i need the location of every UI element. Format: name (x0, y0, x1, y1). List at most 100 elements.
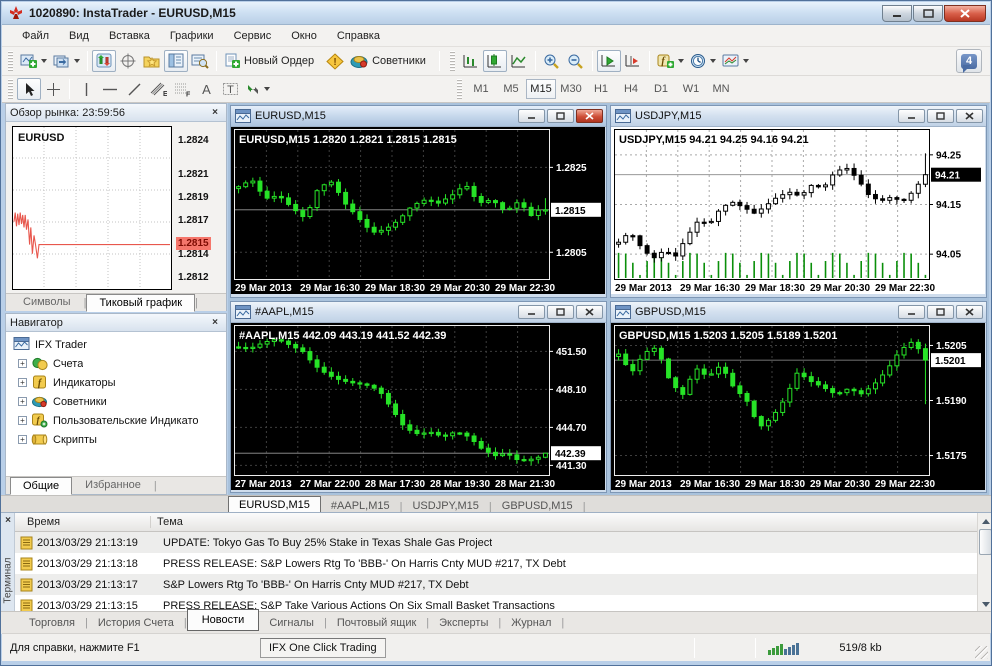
market-watch-toggle[interactable] (92, 50, 116, 72)
timeframe-button-d1[interactable]: D1 (646, 79, 676, 99)
chart-tab[interactable]: GBPUSD,M15 (492, 499, 583, 513)
new-chart-button[interactable] (17, 50, 50, 72)
chart-window-gbpusd[interactable]: GBPUSD,M15 1.5205 1.5190 1.5175 1.5201 29 Ma… (610, 300, 987, 493)
profiles-button[interactable] (50, 50, 83, 72)
column-topic[interactable]: Тема (151, 516, 183, 528)
tree-expand-icon[interactable]: + (18, 435, 27, 444)
tree-expand-icon[interactable]: + (18, 397, 27, 406)
auto-scroll-button[interactable] (596, 50, 621, 72)
bar-chart-button[interactable] (459, 50, 483, 72)
maximize-button[interactable] (913, 4, 943, 22)
menu-item-справка[interactable]: Справка (327, 27, 390, 45)
terminal-tab[interactable]: Эксперты (429, 614, 498, 632)
panel-tab[interactable]: Символы (10, 293, 84, 311)
timeframe-button-mn[interactable]: MN (706, 79, 736, 99)
menu-item-графики[interactable]: Графики (160, 27, 224, 45)
panel-tab[interactable]: Тиковый график (86, 294, 196, 312)
chart-minimize-button[interactable] (518, 109, 545, 123)
chart-close-button[interactable] (576, 304, 603, 319)
toolbar-grip[interactable] (457, 79, 462, 99)
resize-grip[interactable] (975, 646, 988, 659)
line-chart-button[interactable] (507, 50, 531, 72)
close-button[interactable] (944, 4, 986, 22)
chart-close-button[interactable] (956, 304, 983, 319)
timeframe-button-m1[interactable]: M1 (466, 79, 496, 99)
tree-item-custom-indicators[interactable]: + f Пользовательские Индикато (18, 411, 226, 430)
terminal-tab[interactable]: Почтовый ящик (327, 614, 426, 632)
chart-window-titlebar[interactable]: #AAPL,M15 (231, 301, 606, 323)
cursor-button[interactable] (17, 78, 41, 100)
timeframe-button-w1[interactable]: W1 (676, 79, 706, 99)
text-button[interactable]: A (194, 78, 218, 100)
chart-restore-button[interactable] (927, 304, 954, 319)
scroll-thumb[interactable] (979, 529, 991, 555)
indicators-button[interactable]: f (654, 50, 687, 72)
chart-window-titlebar[interactable]: USDJPY,M15 (611, 106, 986, 127)
periods-button[interactable] (687, 50, 719, 72)
panel-tab[interactable]: Избранное (72, 476, 154, 494)
notifications-button[interactable]: 4 (956, 49, 982, 73)
text-label-button[interactable]: T (218, 78, 242, 100)
market-watch-header[interactable]: Обзор рынка: 23:59:56 × (6, 104, 226, 122)
data-window-toggle[interactable] (116, 50, 140, 72)
tree-item-root[interactable]: IFX Trader (12, 335, 226, 354)
menu-item-окно[interactable]: Окно (281, 27, 327, 45)
chart-close-button[interactable] (576, 109, 603, 123)
chart-canvas[interactable]: 1.2825 1.2805 1.2815 29 Mar 2013 29 Mar 16:3… (231, 127, 605, 297)
scroll-down-button[interactable] (979, 597, 991, 611)
tree-item-advisors[interactable]: + Советники (18, 392, 226, 411)
expert-advisors-button[interactable]: Советники (347, 50, 435, 72)
vertical-line-button[interactable] (74, 78, 98, 100)
terminal-tab[interactable]: Торговля (19, 614, 85, 632)
navigator-header[interactable]: Навигатор × (6, 314, 226, 332)
tree-item-accounts[interactable]: + Счета (18, 354, 226, 373)
chart-window-titlebar[interactable]: GBPUSD,M15 (611, 301, 986, 323)
tree-expand-icon[interactable]: + (18, 378, 27, 387)
tick-chart-area[interactable]: EURUSD 1.2824 1.2821 1.2819 1.2817 1.2815 1.2… (6, 122, 226, 293)
candlestick-button[interactable] (482, 50, 507, 72)
chart-window-titlebar[interactable]: EURUSD,M15 (231, 106, 606, 127)
title-bar[interactable]: 1020890: InstaTrader - EURUSD,M15 (2, 2, 990, 25)
chart-window-eurusd[interactable]: EURUSD,M15 1.2825 1.2805 1.2815 29 Mar 2013… (230, 105, 607, 298)
zoom-in-button[interactable] (540, 50, 564, 72)
timeframe-button-m30[interactable]: M30 (556, 79, 586, 99)
terminal-tab[interactable]: Сигналы (259, 614, 324, 632)
chart-close-button[interactable] (956, 109, 983, 123)
menu-item-вид[interactable]: Вид (59, 27, 99, 45)
chart-canvas[interactable]: 94.25 94.15 94.05 94.21 29 Mar 2013 29 Mar 16… (611, 127, 985, 297)
toolbar-grip[interactable] (8, 79, 13, 99)
menu-item-файл[interactable]: Файл (12, 27, 59, 45)
tree-expand-icon[interactable]: + (18, 359, 27, 368)
timeframe-button-m15[interactable]: M15 (526, 79, 556, 99)
terminal-tab[interactable]: Новости (186, 608, 260, 631)
chart-restore-button[interactable] (547, 304, 574, 319)
equidistant-channel-button[interactable]: E (146, 78, 170, 100)
horizontal-line-button[interactable] (98, 78, 122, 100)
column-time[interactable]: Время (15, 516, 151, 528)
terminal-tab[interactable]: Журнал (501, 614, 561, 632)
market-watch-close-icon[interactable]: × (208, 106, 222, 119)
toolbar-grip[interactable] (449, 51, 455, 71)
news-row[interactable]: 2013/03/29 21:13:19 UPDATE: Tokyo Gas To… (15, 532, 977, 553)
new-order-button[interactable]: Новый Ордер (221, 50, 323, 72)
tree-item-scripts[interactable]: + Скрипты (18, 430, 226, 449)
news-row[interactable]: 2013/03/29 21:13:15 PRESS RELEASE: S&P T… (15, 595, 977, 612)
favorites-toggle[interactable] (140, 50, 164, 72)
zoom-out-button[interactable] (564, 50, 588, 72)
tick-chart[interactable]: EURUSD (12, 126, 172, 290)
chart-minimize-button[interactable] (898, 109, 925, 123)
news-row[interactable]: 2013/03/29 21:13:17 S&P Lowers Rtg To 'B… (15, 574, 977, 595)
navigator-close-icon[interactable]: × (208, 316, 222, 329)
news-scrollbar[interactable] (977, 513, 991, 612)
news-row[interactable]: 2013/03/29 21:13:18 PRESS RELEASE: S&P L… (15, 553, 977, 574)
timeframe-button-m5[interactable]: M5 (496, 79, 526, 99)
terminal-close-icon[interactable]: × (2, 515, 14, 527)
chart-tab[interactable]: USDJPY,M15 (402, 499, 488, 513)
scroll-up-button[interactable] (979, 514, 991, 528)
timeframe-button-h4[interactable]: H4 (616, 79, 646, 99)
menu-item-вставка[interactable]: Вставка (99, 27, 160, 45)
terminal-toggle[interactable] (188, 50, 212, 72)
navigator-toggle[interactable] (164, 50, 188, 72)
chart-minimize-button[interactable] (518, 304, 545, 319)
panel-tab[interactable]: Общие (10, 477, 73, 495)
